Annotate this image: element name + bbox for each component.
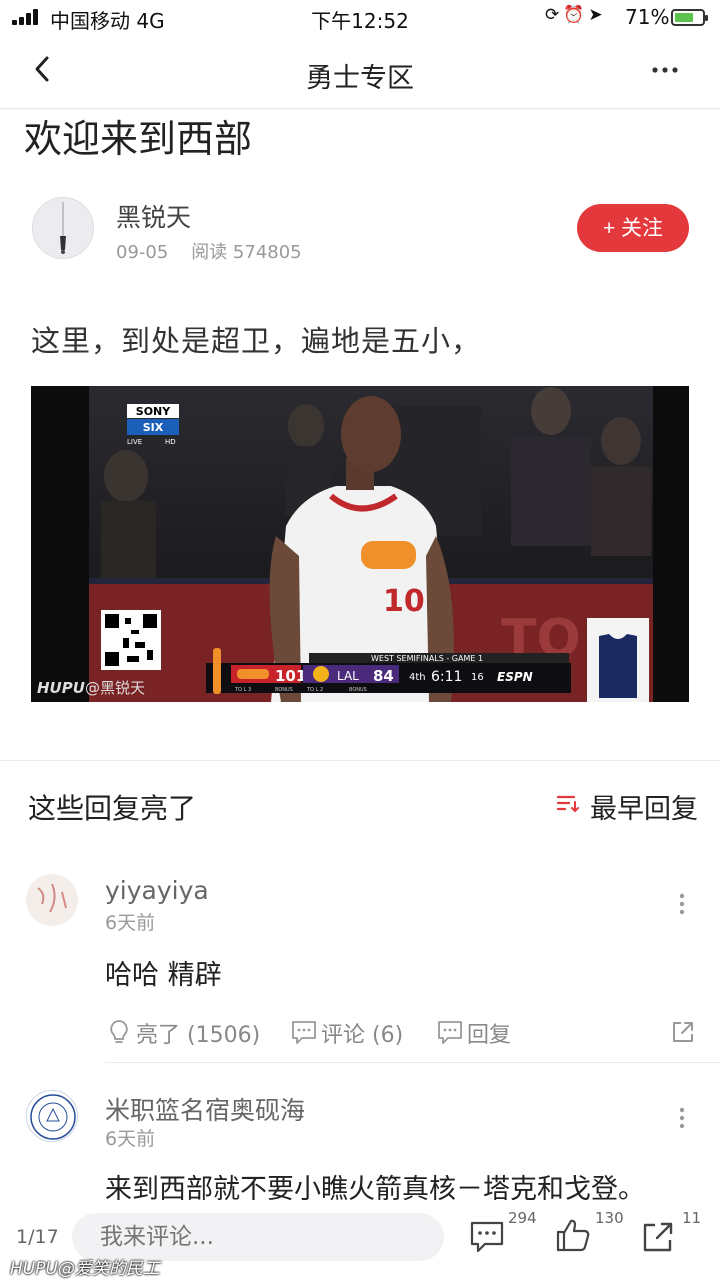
follow-button[interactable]: + 关注 — [577, 204, 689, 252]
hd-label: HD — [165, 438, 176, 446]
like-count: 130 — [595, 1209, 624, 1227]
sony-logo: SONY — [136, 405, 171, 418]
more-vertical-icon — [679, 1107, 685, 1129]
sort-icon[interactable] — [556, 793, 580, 813]
rotation-lock-icon: ⟳ — [545, 5, 564, 25]
share-comment-button[interactable] — [670, 1019, 696, 1049]
like-article-button[interactable] — [554, 1216, 592, 1258]
share-button[interactable] — [640, 1219, 676, 1259]
comment-bubble-icon — [470, 1221, 504, 1253]
more-vertical-icon — [679, 893, 685, 915]
comment-time: 6天前 — [105, 1128, 156, 1150]
game-clock: 6:11 — [431, 669, 462, 685]
share-count: 11 — [682, 1209, 702, 1227]
shot-clock: 16 — [471, 672, 484, 683]
share-icon — [643, 1222, 673, 1252]
screenshot-watermark: HUPU@爱笑的民工 — [10, 1254, 160, 1279]
status-icons: ⟳⏰➤ — [545, 5, 607, 25]
comment-count: 294 — [508, 1209, 537, 1227]
basketball-photo: TO 10 SONY SIX LIVE HD WEST SEMIFINALS -… — [31, 386, 689, 702]
page-indicator: 1/17 — [16, 1226, 59, 1248]
tol-away: TO L 2 — [306, 687, 323, 693]
tol-home: TO L 3 — [234, 687, 251, 693]
comment-count-label: 评论 (6) — [321, 1023, 404, 1048]
reply-bubble-icon — [438, 1021, 462, 1044]
nav-bar: 勇士专区 — [0, 40, 720, 109]
reply-label: 回复 — [467, 1023, 512, 1048]
thumbs-up-icon — [556, 1219, 590, 1252]
hupu-watermark: HUPU — [37, 679, 85, 697]
comment-avatar[interactable] — [26, 1090, 78, 1142]
live-label: LIVE — [127, 438, 142, 446]
like-label: 亮了 (1506) — [136, 1023, 261, 1048]
comments-button[interactable] — [468, 1218, 506, 1258]
jersey-number: 10 — [383, 584, 425, 619]
team-away: LAL — [337, 669, 359, 683]
quarter: 4th — [409, 672, 426, 683]
author-avatar[interactable] — [32, 197, 94, 259]
comment-text: 哈哈 精辟 — [105, 960, 222, 991]
article-body: 这里，到处是超卫，遍地是五小， — [31, 324, 482, 358]
comment-avatar[interactable] — [26, 874, 78, 926]
score-away: 84 — [373, 667, 394, 685]
page-title: 勇士专区 — [306, 63, 414, 94]
avatar-image — [33, 198, 93, 258]
article-title: 欢迎来到西部 — [24, 117, 253, 161]
article-image[interactable]: TO 10 SONY SIX LIVE HD WEST SEMIFINALS -… — [31, 386, 689, 702]
espn-logo: ESPN — [497, 670, 533, 684]
more-dots-icon — [652, 67, 678, 73]
comment-more-button[interactable] — [676, 892, 688, 916]
alarm-icon: ⏰ — [563, 5, 589, 25]
location-icon: ➤ — [588, 5, 607, 25]
university-seal-icon — [27, 1091, 77, 1141]
lightbulb-icon — [110, 1020, 128, 1043]
watermark-brand: HUPU — [10, 1259, 58, 1279]
share-icon — [673, 1022, 693, 1042]
battery-percent: 71% — [625, 5, 670, 29]
watermark-user: @爱笑的民工 — [57, 1259, 160, 1279]
section-divider — [0, 760, 720, 761]
battery-icon — [671, 9, 708, 26]
sort-button[interactable]: 最早回复 — [590, 787, 698, 826]
sort-lines-icon — [556, 795, 579, 813]
score-home: 101 — [275, 667, 306, 685]
comment-time: 6天前 — [105, 912, 156, 934]
comment-author[interactable]: 米职篮名宿奥砚海 — [105, 1091, 305, 1127]
article-meta: 09-05 阅读 574805 — [116, 238, 302, 264]
bonus-away: BONUS — [349, 687, 367, 693]
comment-bubble-icon — [292, 1021, 316, 1044]
status-time: 下午12:52 — [311, 9, 409, 33]
author-name[interactable]: 黑锐天 — [116, 198, 191, 234]
bonus-home: BONUS — [275, 687, 293, 693]
read-count: 阅读 574805 — [191, 242, 302, 263]
comment-author[interactable]: yiyayiya — [105, 876, 209, 905]
status-bar: 中国移动 4G 下午12:52 ⟳⏰➤ 71% — [0, 0, 720, 34]
post-date: 09-05 — [116, 242, 169, 263]
comment-more-button[interactable] — [676, 1106, 688, 1130]
more-button[interactable] — [650, 52, 680, 90]
scorebug-header: WEST SEMIFINALS - GAME 1 — [371, 654, 483, 663]
comment-divider — [105, 1062, 720, 1063]
replies-header: 这些回复亮了 — [28, 792, 197, 825]
hupu-watermark-user: @黑锐天 — [85, 679, 145, 697]
six-logo: SIX — [143, 421, 164, 434]
avatar-image — [26, 874, 78, 926]
